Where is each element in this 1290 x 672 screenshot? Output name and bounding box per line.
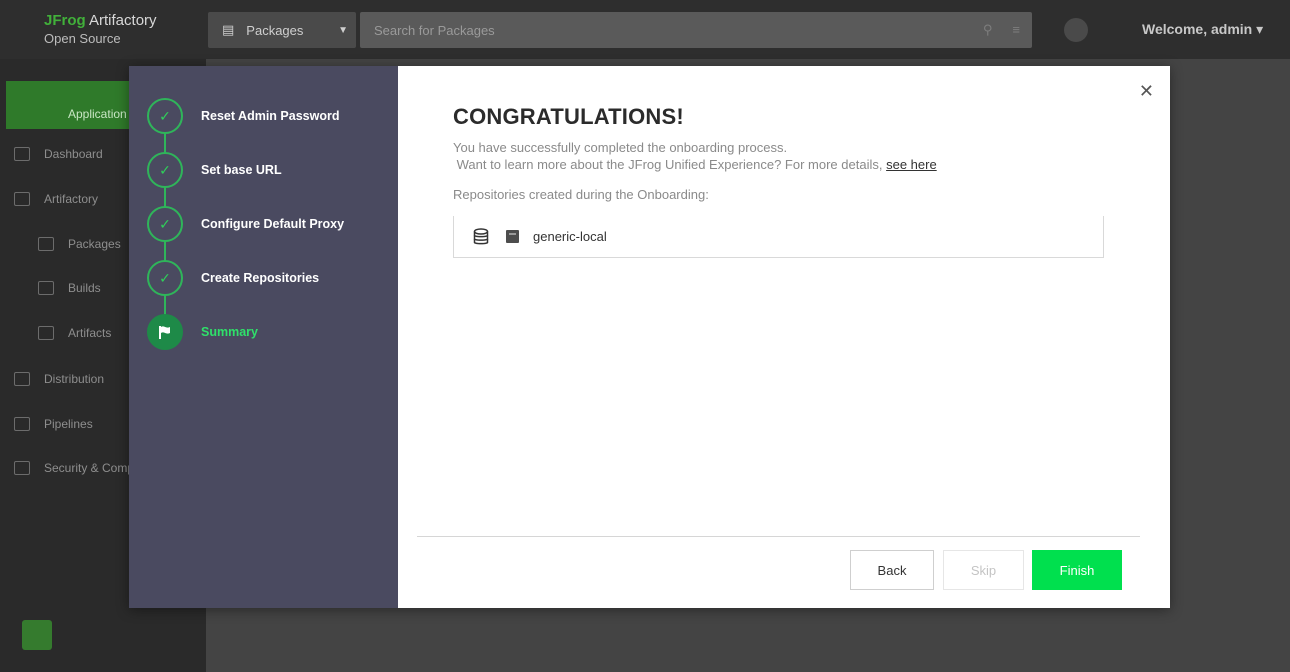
sidebar-item-artifacts[interactable]: Artifacts [38, 326, 111, 340]
sidebar-item-dashboard[interactable]: Dashboard [14, 147, 103, 161]
sidebar-item-artifactory[interactable]: Artifactory [14, 192, 98, 206]
jfrog-logo-icon [22, 620, 52, 650]
sidebar-item-label: Artifacts [68, 326, 112, 340]
avatar[interactable] [1064, 18, 1088, 42]
welcome-label: Welcome, admin [1142, 21, 1253, 37]
search-placeholder: Search for Packages [374, 22, 495, 38]
repo-list-item: generic-local [453, 216, 1104, 258]
sidebar-item-label: Packages [68, 237, 121, 251]
back-button[interactable]: Back [850, 550, 934, 590]
step-label: Reset Admin Password [201, 109, 340, 123]
wizard-step-base-url: ✓ Set base URL [147, 152, 397, 188]
dashboard-icon [14, 147, 30, 161]
sidebar-item-label: Distribution [44, 372, 105, 386]
welcome-menu[interactable]: Welcome, admin ▾ [1142, 21, 1263, 38]
onboarding-modal: ✓ Reset Admin Password ✓ Set base URL ✓ … [129, 66, 1170, 608]
page-title: CONGRATULATIONS! [453, 104, 684, 129]
app-logo: JFrog Artifactory Open Source [44, 12, 157, 46]
check-icon: ✓ [147, 98, 183, 134]
artifactory-icon [14, 192, 30, 206]
builds-icon [38, 281, 54, 295]
artifacts-icon [38, 326, 54, 340]
repos-label: Repositories created during the Onboardi… [453, 187, 709, 202]
footer-divider [417, 536, 1140, 537]
brand-prefix: JFrog [44, 12, 86, 29]
sidebar-item-packages[interactable]: Packages [38, 237, 121, 251]
chevron-down-icon: ▼ [338, 24, 348, 36]
wizard-steps-panel: ✓ Reset Admin Password ✓ Set base URL ✓ … [129, 66, 398, 608]
distribution-icon [14, 372, 30, 386]
wizard-step-proxy: ✓ Configure Default Proxy [147, 206, 397, 242]
summary-line-2: Want to learn more about the JFrog Unifi… [456, 157, 883, 172]
wizard-step-repositories: ✓ Create Repositories [147, 260, 397, 296]
search-icon[interactable]: ⚲ [983, 22, 993, 38]
step-label: Create Repositories [201, 271, 320, 285]
sidebar-item-label: Builds [68, 281, 101, 295]
check-icon: ✓ [147, 206, 183, 242]
packages-select-label: Packages [246, 22, 304, 38]
sidebar-item-label: Dashboard [44, 147, 103, 161]
wizard-step-summary: Summary [147, 314, 397, 350]
step-label: Summary [201, 325, 258, 339]
summary-line-1: You have successfully completed the onbo… [453, 140, 788, 155]
shield-icon [14, 461, 30, 475]
check-icon: ✓ [147, 152, 183, 188]
brand-edition: Open Source [44, 31, 121, 46]
pipelines-icon [14, 417, 30, 431]
see-here-link[interactable]: see here [886, 157, 937, 172]
summary-content: ✕ CONGRATULATIONS! You have successfully… [398, 66, 1170, 608]
wizard-step-reset-password: ✓ Reset Admin Password [147, 98, 397, 134]
close-icon[interactable]: ✕ [1139, 82, 1154, 100]
packages-select[interactable]: ▤ Packages ▼ [208, 12, 356, 48]
step-label: Set base URL [201, 163, 282, 177]
sidebar-item-label: Artifactory [44, 192, 99, 206]
filter-icon[interactable]: ≡ [1012, 22, 1020, 38]
brand-name: Artifactory [89, 12, 157, 29]
check-icon: ✓ [147, 260, 183, 296]
sidebar-item-application[interactable]: Application [68, 107, 127, 121]
summary-description: You have successfully completed the onbo… [453, 139, 937, 173]
skip-button[interactable]: Skip [943, 550, 1024, 590]
app-topbar: JFrog Artifactory Open Source ▤ Packages… [0, 0, 1290, 59]
search-input[interactable]: Search for Packages ⚲ ≡ [360, 12, 1032, 48]
package-icon: ▤ [222, 22, 235, 37]
finish-button[interactable]: Finish [1032, 550, 1122, 590]
sidebar-item-builds[interactable]: Builds [38, 281, 101, 295]
sidebar-item-label: Pipelines [44, 417, 93, 431]
sidebar-item-distribution[interactable]: Distribution [14, 372, 104, 386]
sidebar-item-pipelines[interactable]: Pipelines [14, 417, 93, 431]
sidebar-item-label: Application [68, 107, 127, 121]
database-icon [473, 227, 489, 244]
package-icon [506, 230, 519, 243]
chevron-down-icon: ▾ [1256, 21, 1264, 37]
step-label: Configure Default Proxy [201, 217, 345, 231]
repo-name: generic-local [533, 229, 607, 244]
flag-icon [147, 314, 183, 350]
package-icon [38, 237, 54, 251]
